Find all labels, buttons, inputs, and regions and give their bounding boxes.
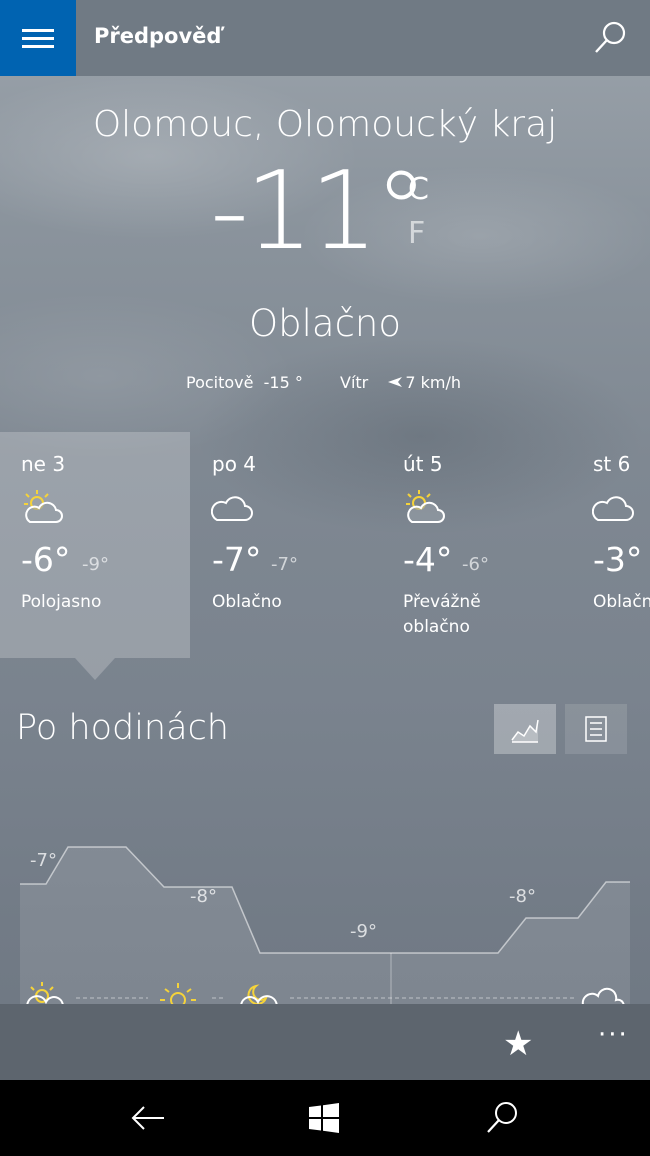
- day-tile[interactable]: po 4 -7° -7° Oblačno: [191, 432, 381, 658]
- star-icon[interactable]: ★: [503, 1024, 533, 1064]
- day-high: -7°: [212, 540, 262, 579]
- partly-sunny-icon: [24, 490, 63, 523]
- day-name: po 4: [212, 452, 257, 476]
- search-icon[interactable]: [482, 1098, 522, 1138]
- day-condition: Oblačno: [212, 592, 282, 612]
- current-condition: Oblačno: [249, 302, 401, 345]
- more-options-button[interactable]: ···: [598, 1020, 629, 1050]
- day-tile[interactable]: ne 3 -6° -9° Polojasno: [0, 432, 190, 658]
- feels-like-label: Pocitově: [186, 373, 254, 392]
- day-low: -9°: [82, 554, 109, 575]
- day-condition: Oblačn: [593, 592, 650, 612]
- command-bar: [0, 1004, 650, 1080]
- day-condition: Polojasno: [21, 592, 102, 612]
- line-chart-icon: [511, 719, 539, 743]
- wind: Vítr 7 km/h: [340, 373, 461, 392]
- selected-day-pointer: [75, 658, 115, 680]
- feels-like-value: -15 °: [263, 373, 303, 392]
- hourly-temp-label: -8°: [190, 886, 217, 907]
- list-view-button[interactable]: [565, 704, 627, 754]
- app-header: Předpověď: [0, 0, 650, 76]
- hourly-temp-label: -7°: [30, 850, 57, 871]
- hourly-temperature-area: [20, 847, 630, 1010]
- current-temperature: -11°: [210, 149, 428, 274]
- day-tile[interactable]: út 5 -4° -6° Převážně oblačno: [382, 432, 572, 658]
- wind-label: Vítr: [340, 373, 369, 392]
- partly-sunny-icon: [406, 490, 445, 523]
- cloud-icon: [592, 496, 634, 521]
- wind-direction-icon: [388, 377, 403, 387]
- wind-value: 7 km/h: [405, 373, 461, 392]
- day-low: -7°: [271, 554, 298, 575]
- hourly-temperature-chart[interactable]: -7° -8° -9° -8°: [0, 780, 650, 1010]
- search-icon[interactable]: [590, 18, 630, 58]
- day-high: -6°: [21, 540, 71, 579]
- day-name: út 5: [403, 452, 443, 476]
- cloud-icon: [211, 496, 253, 521]
- day-name: st 6: [593, 452, 631, 476]
- unit-fahrenheit-toggle[interactable]: F: [408, 216, 425, 251]
- list-icon: [585, 716, 607, 742]
- feels-like: Pocitově -15 °: [186, 373, 303, 392]
- day-low: -6°: [462, 554, 489, 575]
- app-title: Předpověď: [94, 24, 222, 48]
- day-name: ne 3: [21, 452, 66, 476]
- day-condition: Převážně oblačno: [403, 592, 481, 637]
- unit-celsius-toggle[interactable]: C: [408, 172, 429, 207]
- windows-start-icon[interactable]: [308, 1102, 340, 1134]
- chart-view-button[interactable]: [494, 704, 556, 754]
- hamburger-menu-button[interactable]: [0, 0, 76, 76]
- hourly-temp-label: -9°: [350, 921, 377, 942]
- back-arrow-icon[interactable]: [128, 1098, 168, 1138]
- hourly-section-title: Po hodinách: [16, 708, 229, 748]
- day-tile[interactable]: st 6 -3° Oblačn: [572, 432, 650, 658]
- location-name: Olomouc, Olomoucký kraj: [92, 104, 558, 145]
- day-high: -3°: [593, 540, 643, 579]
- day-high: -4°: [403, 540, 453, 579]
- hourly-temp-label: -8°: [509, 886, 536, 907]
